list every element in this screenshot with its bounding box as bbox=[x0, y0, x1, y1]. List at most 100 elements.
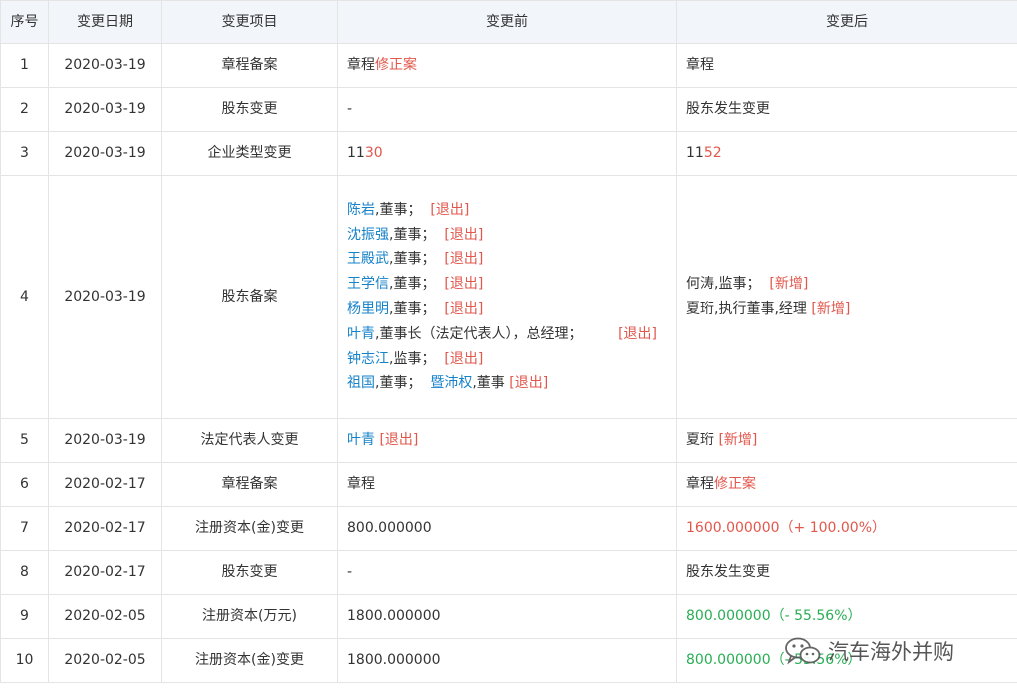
value-line: - bbox=[347, 97, 676, 122]
table-row: 3 2020-03-19 企业类型变更 1130 1152 bbox=[0, 131, 1017, 176]
after-value: 夏珩 [新增] bbox=[676, 418, 1017, 463]
value-line: - bbox=[347, 560, 676, 585]
table-row: 1 2020-03-19 章程备案 章程修正案 章程 bbox=[0, 43, 1017, 88]
value-text: ,监事； bbox=[389, 350, 445, 367]
value-text: 章程 bbox=[347, 57, 375, 74]
table-row: 9 2020-02-05 注册资本(万元) 1800.000000 800.000000… bbox=[0, 594, 1017, 639]
after-value: 800.000000（- 55.56%） bbox=[676, 594, 1017, 639]
value-line: 股东发生变更 bbox=[686, 560, 1017, 585]
change-item: 注册资本(金)变更 bbox=[161, 638, 338, 683]
status-tag: [退出] bbox=[444, 226, 484, 243]
status-tag: [新增] bbox=[811, 301, 851, 317]
value-text: 11 bbox=[686, 145, 704, 162]
before-value: 章程 bbox=[337, 462, 677, 507]
row-index: 10 bbox=[0, 638, 49, 683]
value-line: 1152 bbox=[686, 141, 1017, 166]
before-value: 叶青 [退出] bbox=[337, 418, 677, 463]
wechat-icon bbox=[784, 636, 822, 666]
before-value: - bbox=[337, 87, 677, 132]
after-value: 1152 bbox=[676, 131, 1017, 176]
watermark: 汽车海外并购 bbox=[784, 634, 954, 668]
status-tag: [退出] bbox=[444, 350, 484, 367]
header-after: 变更后 bbox=[676, 0, 1017, 44]
person-link[interactable]: 沈振强 bbox=[347, 227, 389, 243]
change-date: 2020-03-19 bbox=[48, 87, 162, 132]
value-line: 1800.000000 bbox=[347, 648, 676, 673]
status-tag: [退出] bbox=[509, 375, 549, 392]
value-line: 何涛,监事； [新增] bbox=[686, 272, 1017, 297]
value-line: 章程修正案 bbox=[686, 472, 1017, 497]
change-date: 2020-03-19 bbox=[48, 131, 162, 176]
value-text: - bbox=[347, 564, 353, 581]
person-link[interactable]: 陈岩 bbox=[347, 202, 375, 218]
row-index: 9 bbox=[0, 594, 49, 639]
change-item: 注册资本(金)变更 bbox=[161, 506, 338, 551]
person-link[interactable]: 祖国 bbox=[347, 375, 375, 391]
value-text: 11 bbox=[347, 145, 365, 162]
value-text: ,董事； bbox=[375, 201, 431, 218]
value-text: 夏珩 bbox=[686, 432, 719, 449]
row-index: 4 bbox=[0, 175, 49, 419]
value-line: 叶青,董事长（法定代表人），总经理； [退出] bbox=[347, 322, 676, 347]
value-line: 王殿武,董事； [退出] bbox=[347, 247, 676, 272]
value-text: ,董事； bbox=[389, 226, 445, 243]
table-row: 7 2020-02-17 注册资本(金)变更 800.000000 1600.00000… bbox=[0, 506, 1017, 551]
person-link[interactable]: 王学信 bbox=[347, 276, 389, 292]
value-line: 章程 bbox=[347, 472, 676, 497]
value-text: ,董事长（法定代表人），总经理； bbox=[375, 325, 619, 342]
value-line: 章程 bbox=[686, 53, 1017, 78]
before-value: 800.000000 bbox=[337, 506, 677, 551]
change-date: 2020-02-17 bbox=[48, 506, 162, 551]
person-link[interactable]: 钟志江 bbox=[347, 351, 389, 367]
person-link[interactable]: 叶青 bbox=[347, 326, 375, 342]
value-line: 夏珩,执行董事,经理 [新增] bbox=[686, 297, 1017, 322]
value-text: ,董事； bbox=[375, 375, 431, 392]
status-tag: [新增] bbox=[718, 432, 758, 449]
value-text: ,董事； bbox=[389, 251, 445, 268]
person-link[interactable]: 王殿武 bbox=[347, 251, 389, 267]
status-tag: [新增] bbox=[769, 276, 809, 293]
status-tag: [退出] bbox=[430, 201, 470, 218]
value-text: 夏珩 bbox=[686, 301, 714, 317]
status-tag: [退出] bbox=[444, 276, 484, 293]
value-text: ,董事 bbox=[472, 375, 510, 392]
before-value: 陈岩,董事； [退出] 沈振强,董事； [退出] 王殿武,董事； [退出] 王学信,董… bbox=[337, 175, 677, 419]
highlight-text: 52 bbox=[703, 145, 722, 162]
change-date: 2020-03-19 bbox=[48, 418, 162, 463]
after-value: 章程修正案 bbox=[676, 462, 1017, 507]
value-line: 叶青 [退出] bbox=[347, 428, 676, 453]
row-index: 7 bbox=[0, 506, 49, 551]
change-date: 2020-03-19 bbox=[48, 43, 162, 88]
table-row: 4 2020-03-19 股东备案 陈岩,董事； [退出] 沈振强,董事； [退出] 王殿… bbox=[0, 175, 1017, 419]
value-line: 沈振强,董事； [退出] bbox=[347, 223, 676, 248]
value-line: 夏珩 [新增] bbox=[686, 428, 1017, 453]
person-link[interactable]: 暨沛权 bbox=[430, 375, 472, 391]
table-row: 8 2020-02-17 股东变更 - 股东发生变更 bbox=[0, 550, 1017, 595]
before-value: 章程修正案 bbox=[337, 43, 677, 88]
change-date: 2020-03-19 bbox=[48, 175, 162, 419]
header-before: 变更前 bbox=[337, 0, 677, 44]
change-record-table: 序号 变更日期 变更项目 变更前 变更后 1 2020-03-19 章程备案 章程修正… bbox=[0, 0, 1017, 683]
table-header-row: 序号 变更日期 变更项目 变更前 变更后 bbox=[0, 0, 1017, 44]
change-item: 股东备案 bbox=[161, 175, 338, 419]
status-tag: [退出] bbox=[444, 301, 484, 317]
value-line: 杨里明,董事； [退出] bbox=[347, 297, 676, 322]
value-line: 钟志江,监事； [退出] bbox=[347, 347, 676, 372]
value-text: ,执行董事,经理 bbox=[714, 301, 812, 317]
status-tag: [退出] bbox=[379, 432, 419, 449]
value-line: 800.000000（- 55.56%） bbox=[686, 604, 1017, 629]
value-text: ,董事； bbox=[389, 276, 445, 293]
value-line: 800.000000 bbox=[347, 516, 676, 541]
after-value: 1600.000000（+ 100.00%） bbox=[676, 506, 1017, 551]
person-link[interactable]: 杨里明 bbox=[347, 301, 389, 317]
highlight-text: 修正案 bbox=[714, 476, 756, 493]
change-item: 章程备案 bbox=[161, 43, 338, 88]
person-link[interactable]: 叶青 bbox=[347, 432, 375, 448]
value-text: 章程 bbox=[686, 57, 714, 74]
row-index: 3 bbox=[0, 131, 49, 176]
value-text: ,监事； bbox=[714, 276, 770, 293]
highlight-text: 30 bbox=[364, 145, 383, 162]
after-value: 股东发生变更 bbox=[676, 87, 1017, 132]
row-index: 1 bbox=[0, 43, 49, 88]
before-value: 1800.000000 bbox=[337, 638, 677, 683]
